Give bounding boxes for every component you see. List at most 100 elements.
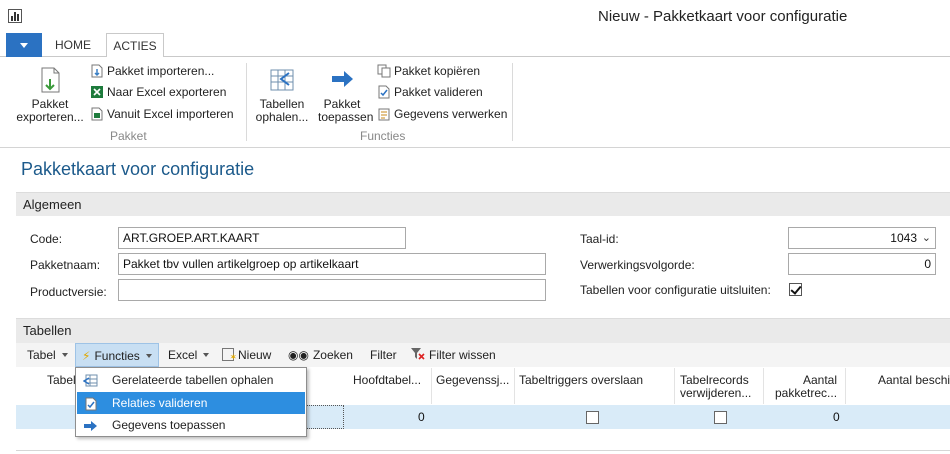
section-algemeen-header[interactable]: Algemeen [16, 192, 950, 216]
pakket-toepassen-button[interactable]: Pakket toepassen [318, 65, 374, 124]
ribbon-group-separator [246, 63, 247, 141]
ribbon-group-separator [512, 63, 513, 141]
tabellen-ophalen-button[interactable]: Tabellen ophalen... [252, 65, 312, 124]
excel-importeren-label: Vanuit Excel importeren [107, 107, 234, 121]
filter-button[interactable]: Filter [370, 343, 397, 367]
taal-id-label: Taal-id: [580, 232, 619, 246]
grid-bottom-border [16, 450, 950, 451]
productversie-field[interactable] [118, 279, 546, 301]
taal-id-value: 1043 [890, 231, 917, 245]
column-header-gegevenssj[interactable]: Gegevenssj... [436, 374, 509, 387]
related-tables-icon [82, 373, 98, 387]
menu-item-relaties-valideren[interactable]: Relaties valideren [77, 392, 305, 414]
column-header-tabel[interactable]: Tabel [47, 374, 76, 387]
excel-exporteren-button[interactable]: Naar Excel exporteren [90, 83, 226, 101]
new-icon: ✶ [222, 348, 237, 362]
functies-menu-button[interactable]: ⚡ Functies [75, 343, 159, 367]
section-algemeen-label: Algemeen [23, 197, 82, 212]
functies-group-label: Functies [360, 129, 406, 143]
uitsluiten-checkbox[interactable] [789, 283, 802, 296]
pakketnaam-field[interactable]: Pakket tbv vullen artikelgroep op artike… [118, 253, 546, 275]
pakket-exporteren-label-2: exporteren... [16, 110, 84, 124]
column-header-verwijderen-line-2: verwijderen... [680, 386, 752, 400]
gegevens-verwerken-button[interactable]: Gegevens verwerken [377, 105, 507, 123]
taal-id-select[interactable]: 1043 ⌄ [788, 227, 936, 249]
menu-item-label: Gegevens toepassen [112, 418, 226, 432]
validate-document-icon [83, 396, 98, 411]
tabellen-ophalen-label-2: ophalen... [255, 110, 309, 124]
nieuw-button[interactable]: ✶ Nieuw [222, 343, 271, 367]
pakket-valideren-button[interactable]: Pakket valideren [377, 83, 483, 101]
column-header-triggers[interactable]: Tabeltriggers overslaan [519, 374, 643, 387]
pakketnaam-label: Pakketnaam: [30, 258, 101, 272]
export-package-icon [35, 65, 65, 95]
excel-importeren-button[interactable]: Vanuit Excel importeren [90, 105, 234, 123]
section-tabellen-label: Tabellen [23, 323, 72, 338]
apply-arrow-icon [83, 418, 98, 432]
filter-label: Filter [370, 348, 397, 362]
section-tabellen-header[interactable]: Tabellen [16, 318, 950, 343]
pakket-exporteren-button[interactable]: Pakket exporteren... [14, 65, 86, 124]
excel-menu-button[interactable]: Excel [168, 343, 210, 367]
process-data-icon [377, 107, 391, 121]
aantal-pakket-cell[interactable]: 0 [833, 410, 840, 424]
code-label: Code: [30, 232, 63, 246]
excel-import-icon [90, 107, 104, 121]
apply-arrow-icon [327, 65, 357, 95]
nieuw-label: Nieuw [238, 348, 272, 362]
verwerkingsvolgorde-field[interactable]: 0 [788, 253, 936, 275]
menu-item-gerelateerde-tabellen[interactable]: Gerelateerde tabellen ophalen [77, 369, 305, 391]
app-chart-icon [8, 9, 22, 23]
zoeken-button[interactable]: ◉◉ Zoeken [288, 343, 353, 367]
tabel-cell[interactable] [306, 405, 344, 429]
caret-down-icon [61, 353, 68, 357]
validate-document-icon [377, 85, 391, 99]
column-separator [431, 368, 432, 404]
code-field[interactable]: ART.GROEP.ART.KAART [118, 227, 406, 249]
page-title: Pakketkaart voor configuratie [21, 159, 255, 179]
excel-export-icon [90, 85, 104, 99]
pakket-kopieren-label: Pakket kopiëren [394, 64, 481, 78]
file-menu-button[interactable] [6, 33, 42, 57]
menu-item-gegevens-toepassen[interactable]: Gegevens toepassen [77, 414, 305, 436]
column-header-aantal-besch[interactable]: Aantal beschi [878, 374, 950, 387]
get-tables-icon [267, 65, 297, 95]
verwijderen-checkbox[interactable] [714, 411, 727, 424]
binoculars-icon: ◉◉ [288, 348, 309, 362]
tab-acties[interactable]: ACTIES [106, 33, 164, 58]
gegevens-verwerken-label: Gegevens verwerken [394, 107, 508, 121]
column-header-aantal-pakket-line-2: pakketrec... [775, 386, 838, 400]
chevron-down-icon: ⌄ [921, 232, 931, 244]
menu-item-label: Gerelateerde tabellen ophalen [112, 373, 274, 387]
caret-down-icon [203, 353, 210, 357]
column-header-hoofdtabel[interactable]: Hoofdtabel... [353, 374, 421, 387]
tabel-menu-button[interactable]: Tabel [27, 343, 68, 367]
ribbon-tabs: HOME ACTIES [0, 33, 950, 58]
pakket-toepassen-label-2: toepassen [318, 110, 374, 124]
caret-down-icon [145, 354, 152, 358]
hoofdtabel-cell[interactable]: 0 [418, 410, 425, 424]
tabel-menu-label: Tabel [27, 348, 56, 362]
import-document-icon [90, 64, 104, 78]
productversie-label: Productversie: [30, 285, 107, 299]
filter-wissen-button[interactable]: Filter wissen [411, 343, 496, 367]
clear-filter-icon [411, 344, 425, 360]
filter-wissen-label: Filter wissen [429, 348, 496, 362]
column-header-verwijderen[interactable]: Tabelrecords verwijderen... [680, 374, 751, 400]
excel-exporteren-label: Naar Excel exporteren [107, 85, 227, 99]
pakket-importeren-label: Pakket importeren... [107, 64, 215, 78]
triggers-checkbox[interactable] [586, 411, 599, 424]
column-separator [514, 368, 515, 404]
pakket-importeren-button[interactable]: Pakket importeren... [90, 62, 214, 80]
column-header-aantal-pakket[interactable]: Aantal pakketrec... [775, 374, 837, 400]
verwerkingsvolgorde-label: Verwerkingsvolgorde: [580, 258, 695, 272]
pakket-kopieren-button[interactable]: Pakket kopiëren [377, 62, 480, 80]
zoeken-label: Zoeken [312, 348, 353, 362]
functies-dropdown-menu: Gerelateerde tabellen ophalen Relaties v… [75, 367, 307, 437]
column-separator [674, 368, 675, 404]
ribbon: Pakket exporteren... Pakket importeren..… [0, 57, 950, 148]
excel-menu-label: Excel [168, 348, 198, 362]
tab-home[interactable]: HOME [46, 33, 100, 57]
lightning-icon: ⚡ [82, 349, 91, 363]
title-bar: Nieuw - Pakketkaart voor configuratie [0, 0, 950, 33]
